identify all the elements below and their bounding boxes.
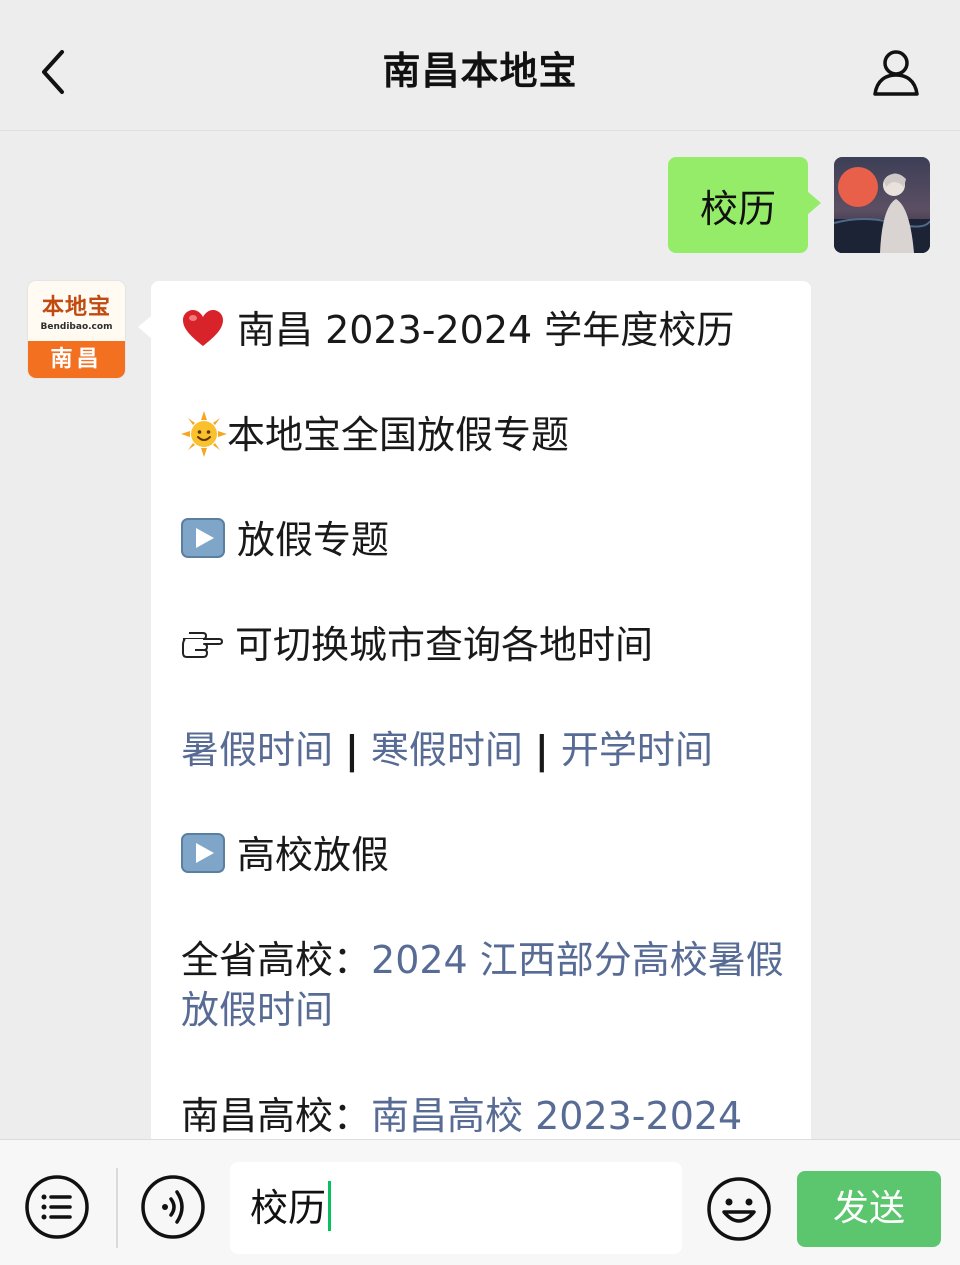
text-caret (328, 1181, 332, 1231)
logo-brand: 本地宝 (41, 295, 111, 320)
user-avatar[interactable] (834, 157, 930, 253)
message-line-topic: 本地宝全国放假专题 (181, 410, 791, 460)
profile-button[interactable] (870, 46, 922, 98)
link-separator: | (345, 728, 359, 772)
play-button-icon (181, 518, 225, 558)
avatar-image (834, 157, 930, 253)
logo: 本地宝 Bendibao.com (28, 281, 125, 341)
link-separator: | (534, 728, 549, 772)
logo-city: 南昌 (28, 341, 125, 378)
chat-title: 南昌本地宝 (382, 49, 578, 93)
summer-vacation-link[interactable]: 暑假时间 (181, 728, 333, 772)
winter-vacation-link[interactable]: 寒假时间 (371, 728, 523, 772)
emoji-button[interactable] (706, 1176, 772, 1242)
smiley-icon (707, 1177, 771, 1241)
chat-header: 南昌本地宝 (0, 0, 960, 131)
nanchang-label: 南昌高校： (181, 1094, 372, 1138)
logo-domain: Bendibao.com (40, 322, 113, 332)
topic-text: 本地宝全国放假专题 (227, 413, 570, 457)
message-line-links: 暑假时间 | 寒假时间 | 开学时间 (181, 725, 791, 775)
incoming-message-bubble: 南昌 2023-2024 学年度校历 本地宝全国放假专题 放假专题 可切换城市查… (138, 281, 811, 1139)
heart-icon (183, 310, 223, 346)
chat-area[interactable]: 校历 本地宝 Bendibao.com 南昌 南昌 2023-2024 学年度校… (0, 131, 960, 1139)
voice-button[interactable] (140, 1174, 206, 1240)
message-input[interactable]: 校历 (230, 1162, 682, 1254)
input-divider (116, 1168, 118, 1248)
message-line-title: 南昌 2023-2024 学年度校历 (181, 305, 791, 355)
input-bar: 校历 发送 (0, 1139, 960, 1265)
person-icon (873, 50, 919, 96)
holiday-topic-text: 放假专题 (237, 518, 390, 562)
account-avatar[interactable]: 本地宝 Bendibao.com 南昌 (28, 281, 125, 378)
nanchang-universities-link[interactable]: 南昌高校 2023-2024 (371, 1094, 742, 1138)
outgoing-bubble[interactable]: 校历 (668, 157, 821, 253)
message-line-province: 全省高校：2024 江西部分高校暑假放假时间 (181, 935, 791, 1035)
pointing-hand-icon (182, 632, 223, 658)
send-button[interactable]: 发送 (797, 1171, 941, 1247)
switch-city-text: 可切换城市查询各地时间 (235, 623, 654, 667)
message-line-switch-city: 可切换城市查询各地时间 (181, 620, 791, 670)
voice-icon (141, 1175, 205, 1239)
school-start-link[interactable]: 开学时间 (561, 728, 713, 772)
message-input-value: 校历 (250, 1186, 327, 1230)
sun-icon (181, 411, 227, 457)
message-line-university: 高校放假 (181, 830, 791, 880)
message-line-holiday-topic: 放假专题 (181, 515, 791, 565)
university-text: 高校放假 (237, 833, 390, 877)
message-line-nanchang: 南昌高校：南昌高校 2023-2024 (181, 1091, 791, 1139)
outgoing-message: 校历 (510, 157, 930, 253)
menu-button[interactable] (24, 1174, 90, 1240)
province-label: 全省高校： (181, 938, 372, 982)
list-icon (25, 1175, 89, 1239)
play-button-icon (181, 833, 225, 873)
title-text: 南昌 2023-2024 学年度校历 (237, 308, 735, 352)
